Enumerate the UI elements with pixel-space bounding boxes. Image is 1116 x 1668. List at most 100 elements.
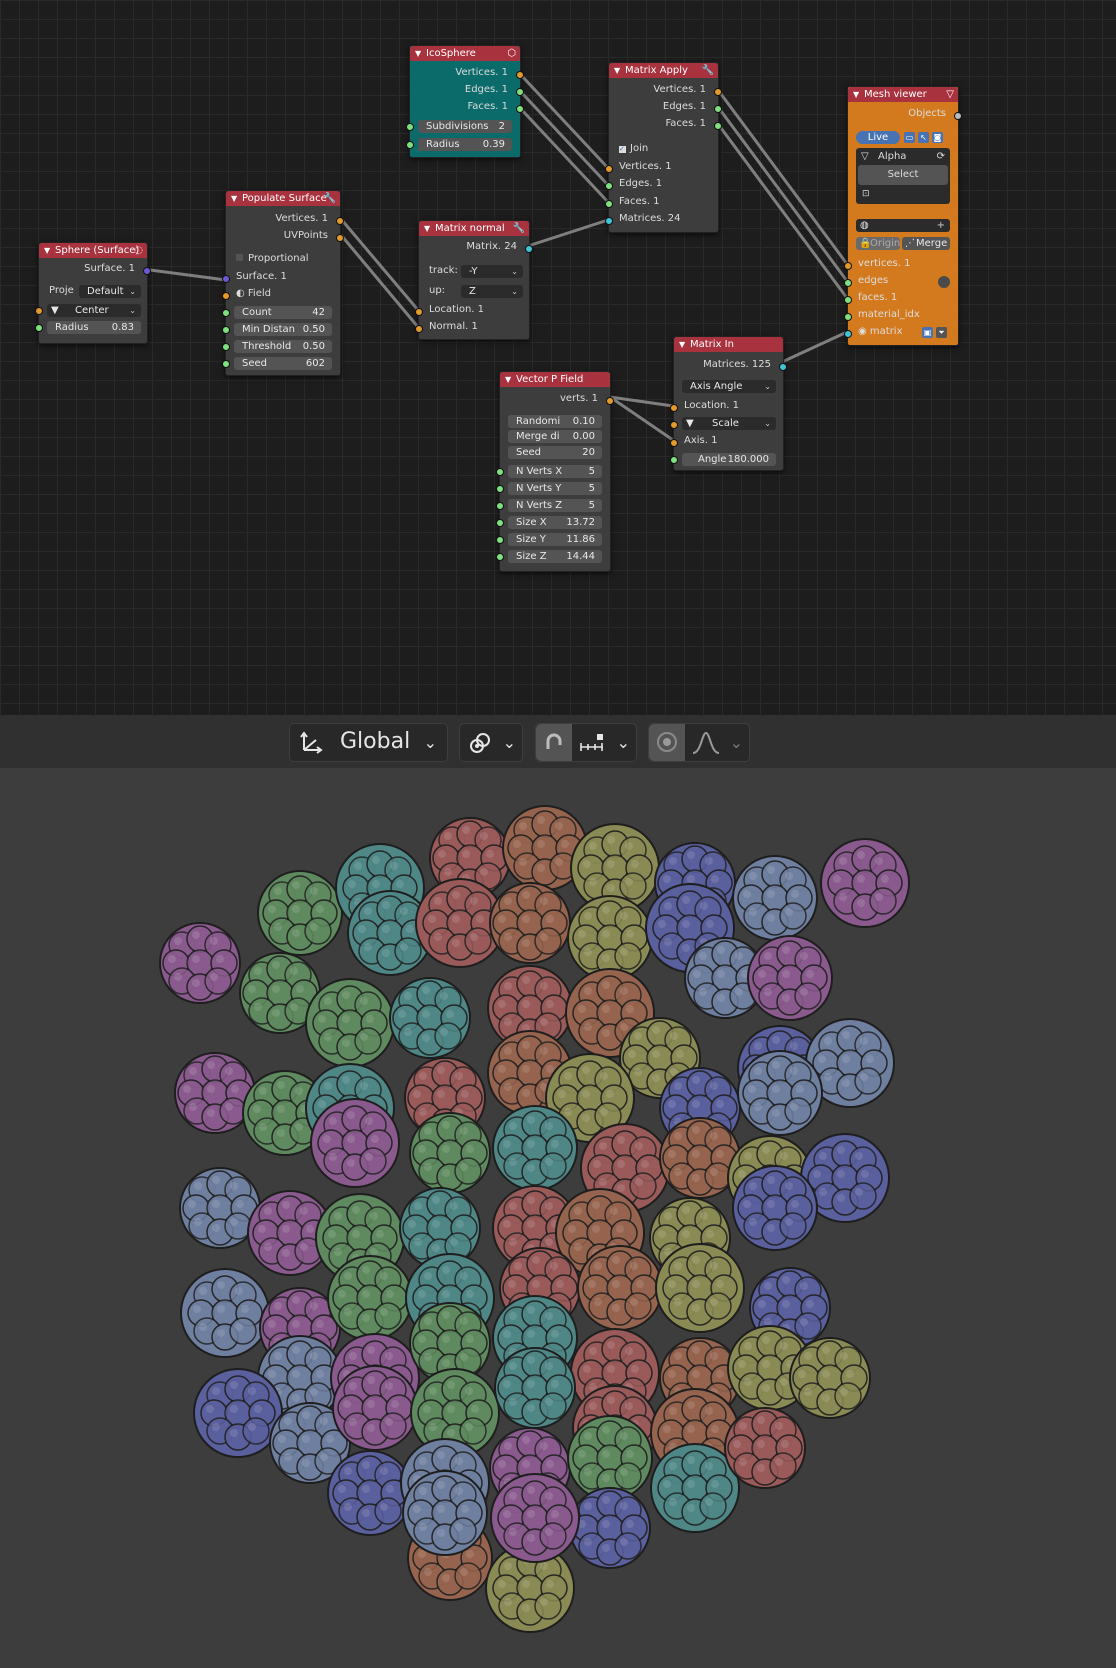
socket-surface-out[interactable] [143,267,151,275]
socket-subdivisions-in[interactable] [406,123,414,131]
node-header[interactable]: ▼ Matrix In [674,337,783,352]
socket-min-distance-in[interactable] [222,326,230,334]
input-field: ◐ Field [236,288,271,299]
socket-seed-in[interactable] [222,360,230,368]
size-z-field[interactable]: Size Z 14.44 [508,550,602,563]
size-y-field[interactable]: Size Y 11.86 [508,533,602,546]
n-verts-x-field[interactable]: N Verts X5 [508,465,602,478]
refresh-icon[interactable]: ⟳ [937,150,945,163]
socket-center-in[interactable] [35,307,43,315]
randomize-field[interactable]: Randomi 0.10 [508,415,602,428]
socket-faces-out[interactable] [714,122,722,130]
socket-radius-in[interactable] [406,141,414,149]
track-dropdown[interactable]: -Y ⌄ [461,265,523,278]
node-header[interactable]: ▼ Matrix normal 🔧 [419,221,529,236]
proportional-editing-toggle[interactable] [649,724,685,761]
socket-uvpoints-out[interactable] [336,234,344,242]
socket-threshold-in[interactable] [222,343,230,351]
socket-scale-in[interactable] [670,421,678,429]
subdivisions-field[interactable]: Subdivisions 2 [418,120,512,133]
socket-edges-out[interactable] [714,105,722,113]
socket-vertices-out[interactable] [714,88,722,96]
n-verts-z-field[interactable]: N Verts Z5 [508,499,602,512]
wire [149,268,227,282]
node-header[interactable]: ▼ Populate Surface 🔧 [226,191,340,206]
merge-toggle[interactable]: ⋰ Merge [902,237,950,250]
merge-distance-field[interactable]: Merge di 0.00 [508,430,602,443]
add-icon[interactable]: + [937,219,945,232]
socket-size-x-in[interactable] [496,519,504,527]
size-x-field[interactable]: Size X 13.72 [508,516,602,529]
count-field[interactable]: Count 42 [234,306,332,319]
node-editor[interactable]: ▼ Sphere (Surface) ◌ Surface. 1 Proje Defa… [0,0,1116,715]
projection-dropdown[interactable]: Default ⌄ [79,285,141,298]
icosphere-cluster [655,1243,745,1333]
matrix-mode-icon[interactable]: ▣ [922,327,933,338]
edges-toggle-icon[interactable] [938,276,950,288]
node-icosphere[interactable]: ▼ IcoSphere ⬡ Vertices. 1 Edges. 1 Faces. … [406,45,524,158]
origin-toggle[interactable]: 🔒 Origin [856,237,900,250]
n-verts-y-field[interactable]: N Verts Y5 [508,482,602,495]
socket-size-z-in[interactable] [496,553,504,561]
socket-matrices-out[interactable] [779,363,787,371]
socket-nverts-z-in[interactable] [496,502,504,510]
hide-viewport-icon[interactable]: ▭ [904,132,915,143]
node-header[interactable]: ▼ Matrix Apply 🔧 [609,63,718,78]
falloff-dropdown[interactable]: ⌄ [687,724,749,761]
seed-field[interactable]: Seed 602 [234,357,332,370]
socket-nverts-y-in[interactable] [496,485,504,493]
socket-faces-out[interactable] [516,105,524,113]
select-button[interactable]: Select [858,165,948,185]
filter-icon[interactable]: ⏷ [936,327,947,338]
socket-vertices-out[interactable] [516,71,524,79]
mode-dropdown[interactable]: Axis Angle ⌄ [682,380,776,393]
material-selector[interactable]: ▽ Alpha ⟳ [858,150,948,163]
input-normal: Normal. 1 [429,321,478,332]
node-matrix-normal[interactable]: ▼ Matrix normal 🔧 Matrix. 24 track: -Y ⌄ up… [415,220,533,340]
socket-matrix-out[interactable] [525,245,533,253]
icosphere-cluster [193,1368,283,1458]
scale-dropdown[interactable]: ▼ Scale ⌄ [682,417,776,430]
globe-icon: ◌ [134,245,143,256]
angle-field[interactable]: Angle 180.000 [682,453,776,466]
node-matrix-apply[interactable]: ▼ Matrix Apply 🔧 Vertices. 1 Edges. 1 Face… [605,62,722,233]
transform-orientation-icon [300,731,323,754]
up-dropdown[interactable]: Z ⌄ [461,285,523,298]
socket-objects-out[interactable] [954,112,962,120]
threshold-field[interactable]: Threshold 0.50 [234,340,332,353]
node-vector-p-field[interactable]: ▼ Vector P Field verts. 1 Randomi 0.10 Mer… [496,371,614,572]
base-data-field[interactable]: ◍ + [856,219,950,232]
transform-orientation-dropdown[interactable]: Global ⌄ [289,723,448,762]
socket-nverts-x-in[interactable] [496,468,504,476]
node-populate-surface[interactable]: ▼ Populate Surface 🔧 Vertices. 1 UVPoints … [222,190,344,376]
join-checkbox[interactable]: ✓ Join [609,141,718,157]
render-camera-icon[interactable]: ◙ [932,132,943,143]
radius-field[interactable]: Radius 0.83 [47,321,141,334]
socket-edges-out[interactable] [516,88,524,96]
snap-target-dropdown[interactable]: ⌄ [574,724,636,761]
node-header[interactable]: ▼ IcoSphere ⬡ [410,46,520,61]
socket-vertices-out[interactable] [336,217,344,225]
live-toggle[interactable]: Live [856,131,900,144]
node-sphere-surface[interactable]: ▼ Sphere (Surface) ◌ Surface. 1 Proje Defa… [35,242,151,344]
proportional-checkbox[interactable]: Proportional [226,251,340,267]
node-header[interactable]: ▼ Mesh viewer ▽ [848,87,958,102]
socket-count-in[interactable] [222,309,230,317]
socket-angle-in[interactable] [670,456,678,464]
socket-verts-out[interactable] [606,397,614,405]
node-header[interactable]: ▼ Sphere (Surface) ◌ [39,243,147,258]
socket-radius-in[interactable] [35,324,43,332]
node-mesh-viewer[interactable]: ▼ Mesh viewer ▽ Objects Live ▭ ↖ ◙ ▽ Alpha ⟳… [844,86,962,346]
radius-field[interactable]: Radius 0.39 [418,138,512,151]
center-dropdown[interactable]: ▼ Center ⌄ [47,304,141,317]
socket-size-y-in[interactable] [496,536,504,544]
node-matrix-in[interactable]: ▼ Matrix In Matrices. 125 Axis Angle ⌄ Loc… [670,336,787,471]
node-header[interactable]: ▼ Vector P Field [500,372,610,387]
seed-field[interactable]: Seed 20 [508,446,602,459]
icosphere-cluster [310,1098,400,1188]
3d-viewport[interactable] [0,768,1116,1668]
min-distance-field[interactable]: Min Distan 0.50 [234,323,332,336]
pivot-point-dropdown[interactable]: ⌄ [459,723,523,762]
snap-toggle[interactable] [536,724,572,761]
select-arrow-icon[interactable]: ↖ [918,132,929,143]
